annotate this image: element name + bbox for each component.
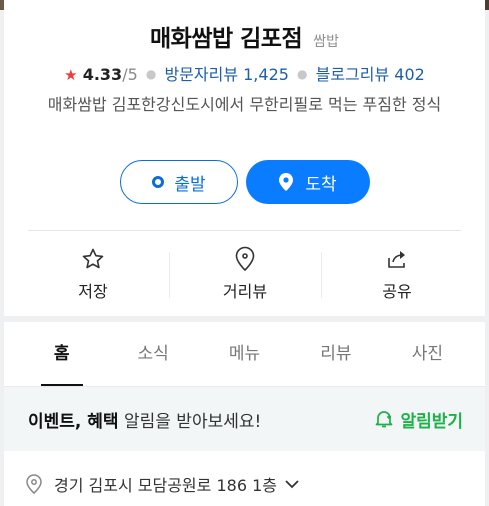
tab-photos[interactable]: 사진 bbox=[382, 322, 473, 386]
separator-dot: ● bbox=[145, 67, 157, 81]
save-button[interactable]: 저장 bbox=[18, 244, 168, 302]
rating-max: /5 bbox=[122, 65, 138, 84]
place-summary-card: 매화쌈밥 김포점 쌈밥 ★ 4.33/5 ● 방문자리뷰 1,425 ● 블로그… bbox=[4, 0, 485, 316]
event-banner: 이벤트, 혜택 알림을 받아보세요! 알림받기 bbox=[4, 387, 485, 451]
star-outline-icon bbox=[18, 244, 168, 274]
rating-reviews-row: ★ 4.33/5 ● 방문자리뷰 1,425 ● 블로그리뷰 402 bbox=[4, 61, 485, 85]
depart-label: 출발 bbox=[174, 174, 206, 195]
street-view-label: 거리뷰 bbox=[222, 282, 268, 301]
tab-reviews[interactable]: 리뷰 bbox=[290, 322, 381, 386]
share-button[interactable]: 공유 bbox=[322, 244, 472, 302]
tab-bar: 홈 소식 메뉴 리뷰 사진 bbox=[4, 322, 485, 386]
place-name: 매화쌈밥 김포점 bbox=[150, 26, 303, 52]
separator-dot: ● bbox=[297, 67, 308, 81]
arrive-label: 도착 bbox=[305, 174, 337, 195]
location-pin-icon bbox=[279, 173, 294, 191]
depart-button[interactable]: 출발 bbox=[120, 160, 238, 204]
divider bbox=[28, 230, 461, 231]
origin-dot-icon bbox=[152, 176, 165, 188]
event-text-bold: 이벤트, 혜택 bbox=[28, 411, 119, 432]
bell-plus-icon bbox=[376, 411, 393, 428]
event-text: 이벤트, 혜택 알림을 받아보세요! bbox=[28, 407, 261, 432]
event-text-rest: 알림을 받아보세요! bbox=[118, 411, 262, 432]
chevron-down-icon[interactable] bbox=[285, 479, 299, 489]
tab-home[interactable]: 홈 bbox=[16, 322, 107, 386]
location-pin-outline-icon bbox=[170, 244, 320, 274]
rating-value: 4.33 bbox=[82, 65, 123, 84]
save-label: 저장 bbox=[78, 282, 108, 301]
details-card: 홈 소식 메뉴 리뷰 사진 이벤트, 혜택 알림을 받아보세요! 알림받기 경기… bbox=[4, 322, 485, 506]
star-icon: ★ bbox=[64, 66, 78, 84]
share-label: 공유 bbox=[382, 282, 412, 301]
street-view-button[interactable]: 거리뷰 bbox=[170, 244, 320, 302]
place-category: 쌈밥 bbox=[313, 34, 339, 50]
title-row: 매화쌈밥 김포점 쌈밥 bbox=[4, 19, 485, 53]
place-description: 매화쌈밥 김포한강신도시에서 무한리필로 먹는 푸짐한 정식 bbox=[47, 95, 442, 114]
arrive-button[interactable]: 도착 bbox=[246, 160, 370, 204]
share-icon bbox=[322, 244, 472, 274]
location-pin-icon bbox=[26, 474, 42, 494]
blog-reviews-link[interactable]: 블로그리뷰 402 bbox=[316, 65, 425, 84]
address-text: 경기 김포시 모담공원로 186 1층 bbox=[54, 476, 277, 495]
visitor-reviews-link[interactable]: 방문자리뷰 1,425 bbox=[164, 65, 289, 84]
alarm-subscribe-button[interactable]: 알림받기 bbox=[374, 407, 463, 432]
alarm-label: 알림받기 bbox=[400, 411, 463, 432]
tab-news[interactable]: 소식 bbox=[107, 322, 198, 386]
tab-menu[interactable]: 메뉴 bbox=[199, 322, 290, 386]
address-row[interactable]: 경기 김포시 모담공원로 186 1층 bbox=[26, 472, 465, 496]
